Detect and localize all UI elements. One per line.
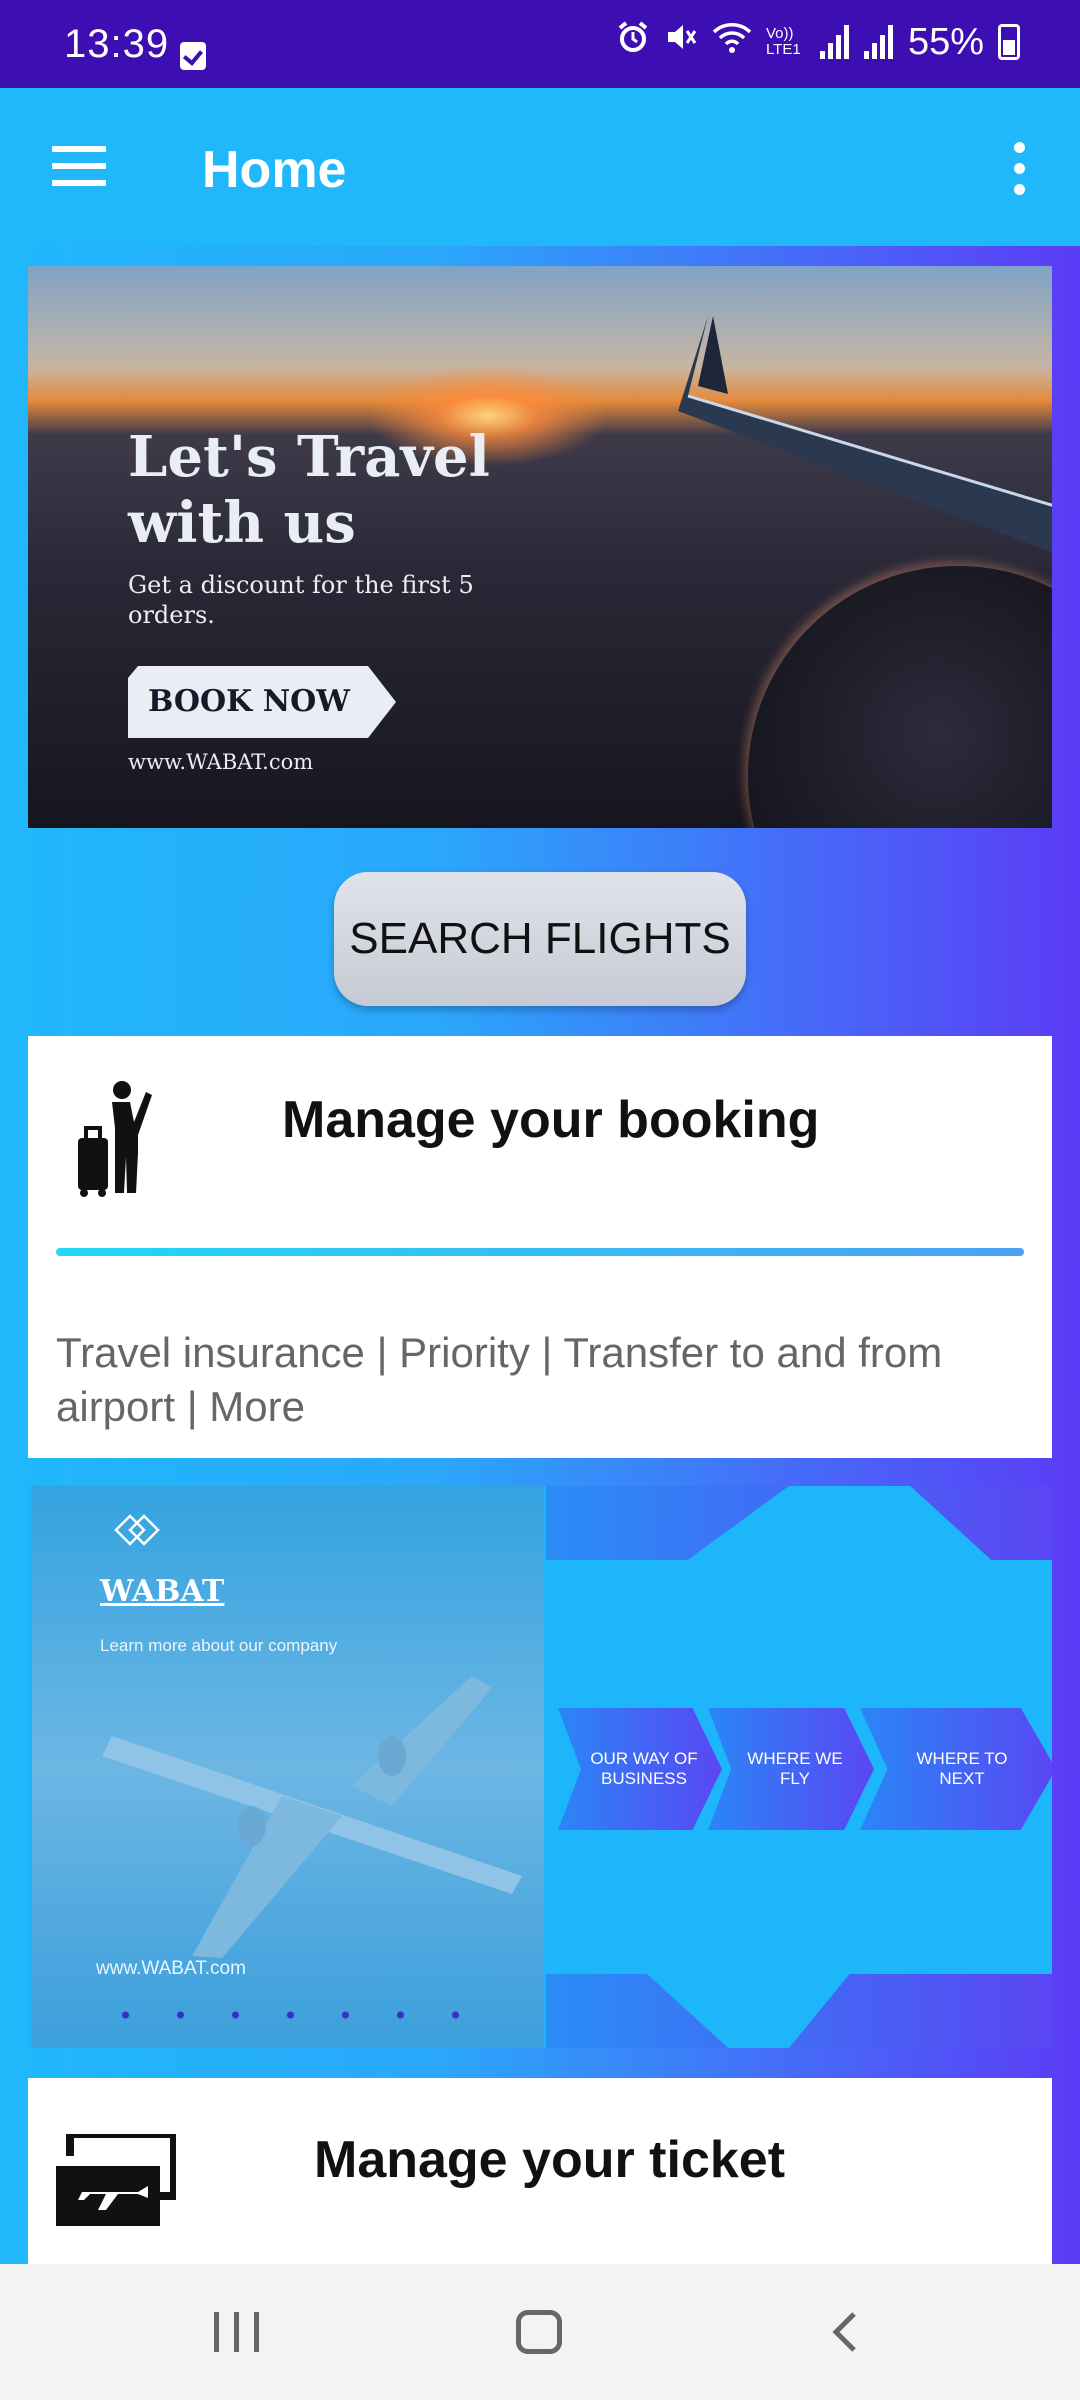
arrow-where-to-next[interactable]: WHERE TO NEXT	[860, 1708, 1052, 1830]
hero-url: www.WABAT.com	[128, 750, 314, 774]
checkbox-icon	[180, 42, 206, 70]
alarm-icon	[616, 20, 650, 64]
status-icons: Vo)) LTE1 55%	[616, 20, 1020, 64]
booking-card-description: Travel insurance | Priority | Transfer t…	[56, 1329, 943, 1430]
app-bar: Home	[0, 88, 1080, 246]
status-time: 13:39	[64, 22, 170, 66]
hero-banner[interactable]: Let's Travel with us Get a discount for …	[28, 266, 1052, 828]
company-banner[interactable]: WABAT Learn more about our company www.W…	[28, 1486, 1052, 2048]
battery-icon	[998, 24, 1020, 60]
airplane-engine-image	[748, 566, 1052, 828]
signal-icon	[819, 25, 850, 59]
company-tagline: Learn more about our company	[100, 1636, 338, 1655]
ticket-card-title: Manage your ticket	[314, 2131, 786, 2189]
arrow-where-we-fly[interactable]: WHERE WE FLY	[708, 1708, 874, 1830]
home-icon[interactable]	[516, 2310, 562, 2354]
hero-subtext: Get a discount for the first 5 orders.	[128, 571, 474, 629]
recent-apps-icon[interactable]	[214, 2312, 260, 2352]
divider-line	[56, 1248, 1024, 1256]
status-bar: 13:39 Vo)) LTE1 55%	[0, 0, 1080, 88]
page-title: Home	[202, 141, 347, 199]
wifi-icon	[712, 20, 752, 64]
manage-ticket-card[interactable]: Manage your ticket	[28, 2078, 1052, 2264]
arrow-our-way-of-business[interactable]: OUR WAY OF BUSINESS	[558, 1708, 722, 1830]
booking-card-title: Manage your booking	[282, 1091, 820, 1149]
main-content[interactable]: Let's Travel with us Get a discount for …	[0, 246, 1080, 2264]
company-url: www.WABAT.com	[96, 1958, 246, 1979]
manage-booking-card[interactable]: Manage your booking Travel insurance | P…	[28, 1036, 1052, 1458]
signal-icon	[863, 25, 894, 59]
book-now-label: BOOK NOW	[148, 684, 350, 719]
decorative-dots	[98, 1992, 478, 2042]
airplane-image	[102, 1676, 522, 1958]
back-icon[interactable]	[830, 2312, 860, 2352]
book-now-button[interactable]: BOOK NOW	[128, 666, 396, 738]
hero-headline: Let's Travel with us	[128, 424, 490, 556]
battery-percent: 55%	[907, 20, 984, 63]
traveller-luggage-icon	[78, 1081, 152, 1197]
more-vert-icon[interactable]	[1014, 142, 1028, 205]
network-type-label: Vo)) LTE1	[765, 25, 801, 58]
ticket-plane-icon	[56, 2134, 176, 2226]
hamburger-icon[interactable]	[52, 146, 106, 186]
system-nav-bar	[0, 2264, 1080, 2400]
company-brand: WABAT	[100, 1574, 225, 1609]
company-banner-photo: WABAT Learn more about our company www.W…	[32, 1486, 544, 2048]
wabat-logo-icon	[114, 1514, 160, 1546]
mute-icon	[664, 20, 698, 64]
search-flights-button[interactable]: SEARCH FLIGHTS	[334, 872, 746, 1006]
airplane-wing-image	[678, 316, 1052, 553]
